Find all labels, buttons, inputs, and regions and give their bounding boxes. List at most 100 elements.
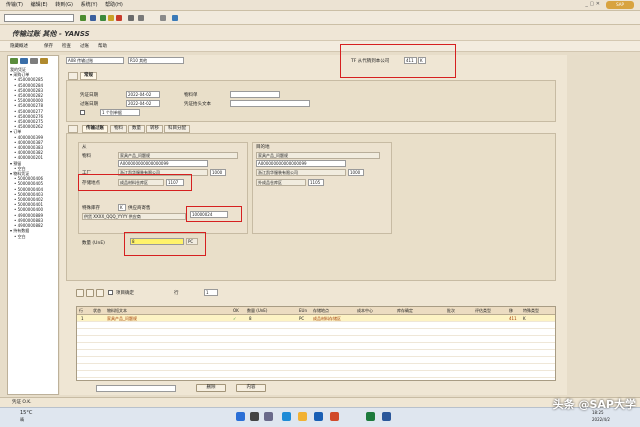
status-bar <box>0 397 640 407</box>
to-plant-field[interactable]: 1000 <box>348 169 364 176</box>
grid-col-qty: 数量 (UnE) <box>247 308 268 313</box>
to-sloc-name: 外成品仓库区 <box>256 179 306 186</box>
tab-transfer[interactable]: 转移 <box>146 125 163 133</box>
weather-desc: 晴 <box>20 417 24 422</box>
table-row[interactable] <box>77 336 555 343</box>
print-icon[interactable] <box>128 15 134 21</box>
word-icon[interactable] <box>382 412 391 421</box>
tree-node[interactable]: • 5000000400 <box>10 207 43 212</box>
app-icon[interactable] <box>330 412 339 421</box>
table-row[interactable] <box>77 364 555 371</box>
help-icon[interactable] <box>172 15 178 21</box>
tab-account-assignment[interactable]: 科目分配 <box>164 125 190 133</box>
watermark: 头条 @SAP大学 <box>552 398 636 411</box>
start-icon[interactable] <box>236 412 245 421</box>
sap-logon-icon[interactable] <box>314 412 323 421</box>
movement-type-field[interactable]: 411 <box>404 57 417 64</box>
grid-col-line: 行 <box>79 308 83 313</box>
post-button[interactable]: 过账 <box>80 43 89 49</box>
grid-col-mvt: 移 <box>509 308 513 313</box>
tree-node[interactable]: • 4500000285 <box>10 77 43 82</box>
table-row[interactable] <box>77 350 555 357</box>
edge-icon[interactable] <box>282 412 291 421</box>
table-row[interactable] <box>77 322 555 329</box>
back-icon[interactable] <box>100 15 106 21</box>
special-stock-field[interactable]: K <box>118 204 126 211</box>
from-plant-field[interactable]: 1000 <box>210 169 226 176</box>
find-icon[interactable] <box>138 15 144 21</box>
tree-node[interactable]: • 4000000201 <box>10 155 43 160</box>
grid-col-stock-det: 库存确定 <box>397 308 413 313</box>
item-grid: 行 状态 物料短文本 OK 数量 (UnE) EUn 存储地点 成本中心 库存确… <box>76 306 556 381</box>
material-slip-field[interactable] <box>230 91 280 98</box>
menu-system[interactable]: 系统(Y) <box>81 0 98 11</box>
tree-node[interactable]: • 空白 <box>10 234 43 239</box>
tab-material[interactable]: 物料 <box>110 125 127 133</box>
tree-filter-icon[interactable] <box>30 58 38 64</box>
row-ok[interactable]: ✓ <box>233 316 236 321</box>
from-sloc-field[interactable]: 1107 <box>166 179 184 186</box>
layout-icon[interactable] <box>160 15 166 21</box>
item-tab-nav[interactable] <box>68 125 78 133</box>
header-text-field[interactable] <box>230 100 310 107</box>
special-stock-indicator[interactable]: K <box>418 57 426 64</box>
tree-node[interactable]: • 5000000405 <box>10 181 43 186</box>
cancel-icon[interactable] <box>116 15 122 21</box>
sap-logo: SAP <box>606 1 634 9</box>
quantity-field[interactable]: 8 <box>130 238 184 245</box>
to-material-no[interactable]: A000000000000000099 <box>256 160 346 167</box>
from-sloc-name: 成品材料仓库区 <box>118 179 164 186</box>
transaction-select[interactable]: A08 传输过账 <box>66 57 124 64</box>
check-button[interactable]: 检查 <box>62 43 71 49</box>
tab-general[interactable]: 常规 <box>80 72 97 80</box>
item-ok-checkbox[interactable] <box>108 290 113 295</box>
tab-transfer-posting[interactable]: 传输过账 <box>82 125 108 133</box>
hide-overview-button[interactable]: 隐藏概述 <box>10 43 28 49</box>
from-material-no[interactable]: A000000000000000099 <box>118 160 208 167</box>
tree-refresh-icon[interactable] <box>10 58 18 64</box>
quantity-label: 数量 (UnE) <box>82 241 105 246</box>
tab-quantity[interactable]: 数量 <box>128 125 145 133</box>
enter-icon[interactable] <box>80 15 86 21</box>
grid-col-status: 状态 <box>93 308 101 313</box>
help-button[interactable]: 帮助 <box>98 43 107 49</box>
bottom-search-field[interactable] <box>96 385 176 392</box>
line-field[interactable]: 1 <box>204 289 218 296</box>
item-delete-button[interactable] <box>96 289 104 297</box>
delete-button[interactable]: 删除 <box>196 384 226 392</box>
save-icon[interactable] <box>90 15 96 21</box>
tree-settings-icon[interactable] <box>40 58 48 64</box>
search-icon[interactable] <box>250 412 259 421</box>
table-row[interactable]: 1 家具产品_问题规 ✓ 8 PC 成品材料存储区 411 K <box>77 315 555 322</box>
print-option-select[interactable]: 1 个别单据 <box>100 109 140 116</box>
save-button[interactable]: 保存 <box>44 43 53 49</box>
table-row[interactable] <box>77 329 555 336</box>
grid-header: 行 状态 物料短文本 OK 数量 (UnE) EUn 存储地点 成本中心 库存确… <box>77 307 555 315</box>
exit-icon[interactable] <box>108 15 114 21</box>
table-row[interactable] <box>77 371 555 378</box>
table-row[interactable] <box>77 343 555 350</box>
vendor-field[interactable]: 10000024 <box>190 211 228 218</box>
tree-select-icon[interactable] <box>20 58 28 64</box>
command-field[interactable] <box>4 14 74 22</box>
tab-nav-icon[interactable] <box>68 72 78 80</box>
contents-button[interactable]: 内容 <box>236 384 266 392</box>
to-sloc-field[interactable]: 1105 <box>308 179 324 186</box>
item-nav-button[interactable] <box>76 289 84 297</box>
menu-goto[interactable]: 转到(G) <box>55 0 73 11</box>
task-view-icon[interactable] <box>264 412 273 421</box>
menu-help[interactable]: 帮助(H) <box>105 0 123 11</box>
menu-transfer[interactable]: 传输(T) <box>6 0 23 11</box>
window-controls[interactable]: _ ▢ ✕ <box>585 1 600 7</box>
grid-col-ok: OK <box>233 308 239 313</box>
explorer-icon[interactable] <box>298 412 307 421</box>
excel-icon[interactable] <box>366 412 375 421</box>
print-checkbox[interactable] <box>80 110 85 115</box>
post-date-field[interactable]: 2022-04-02 <box>126 100 160 107</box>
menu-edit[interactable]: 编辑(E) <box>31 0 48 11</box>
tree-node[interactable]: • 4500000278 <box>10 103 43 108</box>
table-row[interactable] <box>77 357 555 364</box>
reference-select[interactable]: R10 其他 <box>128 57 184 64</box>
item-copy-button[interactable] <box>86 289 94 297</box>
doc-date-field[interactable]: 2022-04-02 <box>126 91 160 98</box>
